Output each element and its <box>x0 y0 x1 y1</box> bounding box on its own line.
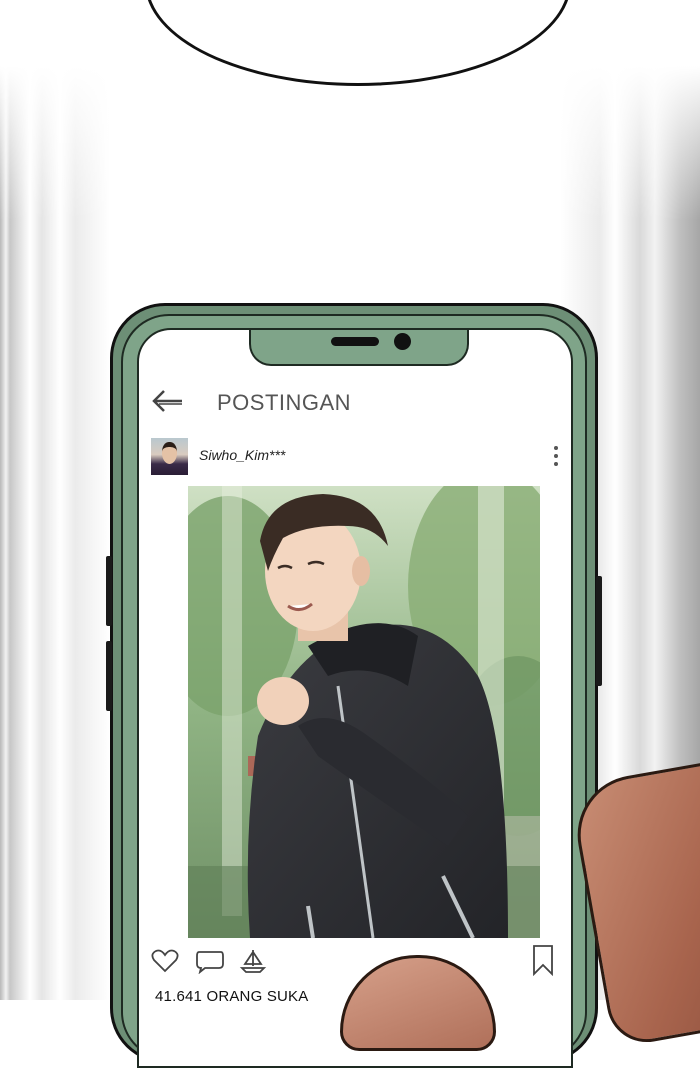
comment-icon[interactable] <box>195 948 225 974</box>
page-title: POSTINGAN <box>217 390 352 415</box>
top-bar: POSTINGAN <box>139 382 571 422</box>
vertical-dots-icon[interactable] <box>551 443 561 469</box>
phone-notch <box>249 330 469 366</box>
avatar[interactable] <box>151 438 188 475</box>
phone-frame: POSTINGAN Siwho_Kim*** 41.641 ORANG SUKA <box>106 303 602 1068</box>
post-actions <box>139 942 571 982</box>
phone-volume-up-button <box>106 556 112 626</box>
likes-count: 41.641 ORANG SUKA <box>155 988 309 1005</box>
front-camera <box>394 333 411 350</box>
phone-power-button <box>596 576 602 686</box>
post-username[interactable]: Siwho_Kim*** <box>199 447 285 463</box>
bookmark-icon[interactable] <box>531 944 555 976</box>
arrow-left-icon[interactable] <box>151 386 185 416</box>
phone-screen: POSTINGAN Siwho_Kim*** 41.641 ORANG SUKA <box>137 328 573 1068</box>
post-header: Siwho_Kim*** <box>139 435 571 479</box>
speaker-grille <box>331 337 379 346</box>
phone-volume-down-button <box>106 641 112 711</box>
share-icon[interactable] <box>239 948 267 974</box>
heart-icon[interactable] <box>151 948 179 974</box>
post-image[interactable] <box>188 486 540 938</box>
